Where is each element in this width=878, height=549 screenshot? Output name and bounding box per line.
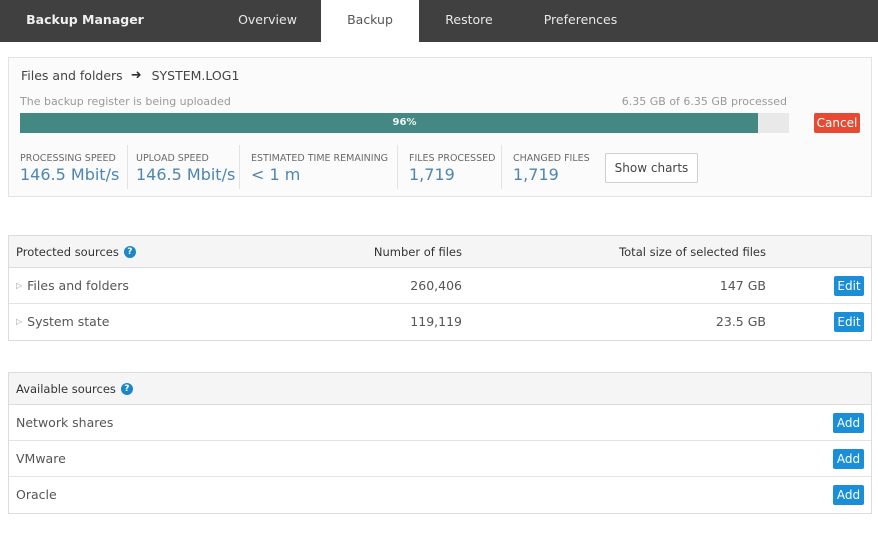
protected-sources-table: Protected sources? Number of files Total… (8, 235, 872, 341)
available-sources-heading: Available sources? (16, 373, 133, 405)
heading-text: Protected sources (16, 245, 119, 259)
stat-label: FILES PROCESSED (409, 153, 496, 164)
total-size: 147 GB (719, 278, 766, 293)
edit-button[interactable]: Edit (834, 312, 864, 332)
show-charts-button[interactable]: Show charts (605, 153, 698, 183)
stat-value: 1,719 (513, 165, 559, 184)
heading-text: Available sources (16, 382, 116, 396)
top-navigation: Backup Manager Overview Backup Restore P… (0, 0, 878, 42)
total-size: 23.5 GB (715, 314, 766, 329)
table-header: Available sources? (9, 373, 871, 405)
table-row: ▷ Files and folders 260,406 147 GB Edit (9, 268, 871, 304)
source-name-text: Files and folders (27, 278, 129, 293)
app-brand: Backup Manager (26, 12, 144, 27)
stat-label: PROCESSING SPEED (20, 153, 116, 164)
source-name: Oracle (16, 487, 57, 502)
add-button[interactable]: Add (833, 413, 864, 433)
cancel-button[interactable]: Cancel (814, 113, 860, 133)
edit-button[interactable]: Edit (834, 276, 864, 296)
table-row: Oracle Add (9, 477, 871, 513)
stat-value: 146.5 Mbit/s (136, 165, 236, 184)
stat-changed-files: CHANGED FILES 1,719 (502, 145, 595, 189)
file-count: 119,119 (410, 314, 462, 329)
add-button[interactable]: Add (833, 449, 864, 469)
expand-triangle-icon[interactable]: ▷ (16, 268, 22, 304)
tab-preferences[interactable]: Preferences (528, 0, 633, 42)
stat-label: UPLOAD SPEED (136, 153, 209, 164)
stat-files-processed: FILES PROCESSED 1,719 (398, 145, 502, 189)
progress-percent-label: 96% (392, 117, 417, 128)
stat-estimated-time: ESTIMATED TIME REMAINING < 1 m (240, 145, 398, 189)
stat-value: 146.5 Mbit/s (20, 165, 120, 184)
breadcrumb: Files and folders ➜ SYSTEM.LOG1 (21, 68, 239, 83)
progress-bar: 96% (20, 113, 789, 133)
file-count: 260,406 (410, 278, 462, 293)
table-header: Protected sources? Number of files Total… (9, 236, 871, 268)
stat-label: ESTIMATED TIME REMAINING (251, 153, 389, 164)
source-name[interactable]: ▷ System state (16, 304, 109, 340)
tab-restore[interactable]: Restore (430, 0, 508, 42)
source-name: VMware (16, 451, 66, 466)
stats-row: PROCESSING SPEED 146.5 Mbit/s UPLOAD SPE… (9, 145, 595, 189)
source-name[interactable]: ▷ Files and folders (16, 268, 129, 304)
table-row: ▷ System state 119,119 23.5 GB Edit (9, 304, 871, 340)
add-button[interactable]: Add (833, 485, 864, 505)
source-name-text: System state (27, 314, 110, 329)
processed-text: 6.35 GB of 6.35 GB processed (621, 95, 787, 108)
tab-backup[interactable]: Backup (321, 0, 419, 42)
tab-overview[interactable]: Overview (225, 0, 310, 42)
breadcrumb-source: Files and folders (21, 68, 123, 83)
status-text: The backup register is being uploaded (20, 95, 231, 108)
expand-triangle-icon[interactable]: ▷ (16, 304, 22, 340)
source-name: Network shares (16, 415, 114, 430)
breadcrumb-current-file: SYSTEM.LOG1 (151, 68, 240, 83)
table-row: Network shares Add (9, 405, 871, 441)
column-header-number-of-files: Number of files (373, 245, 462, 259)
backup-progress-panel: Files and folders ➜ SYSTEM.LOG1 The back… (8, 57, 872, 197)
stat-label: CHANGED FILES (513, 153, 590, 164)
stat-value: < 1 m (251, 165, 301, 184)
stat-upload-speed: UPLOAD SPEED 146.5 Mbit/s (128, 145, 240, 189)
question-circle-icon[interactable]: ? (123, 245, 136, 258)
protected-sources-heading: Protected sources? (16, 236, 136, 268)
stat-processing-speed: PROCESSING SPEED 146.5 Mbit/s (9, 145, 128, 189)
column-header-total-size: Total size of selected files (619, 245, 766, 259)
stat-value: 1,719 (409, 165, 455, 184)
table-row: VMware Add (9, 441, 871, 477)
arrow-right-icon: ➜ (130, 68, 142, 83)
question-circle-icon[interactable]: ? (120, 382, 133, 395)
available-sources-table: Available sources? Network shares Add VM… (8, 372, 872, 514)
